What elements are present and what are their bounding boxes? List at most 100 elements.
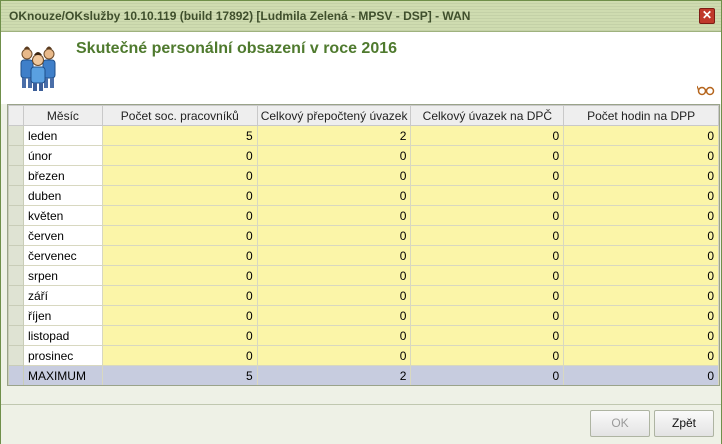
social-workers-cell[interactable]: 0 <box>101 265 258 286</box>
row-selector[interactable] <box>8 205 24 226</box>
title-bar[interactable]: OKnouze/OKslužby 10.10.119 (build 17892)… <box>1 1 721 32</box>
month-cell: srpen <box>22 265 103 286</box>
total-fte-cell[interactable]: 0 <box>256 205 412 226</box>
dpc-fte-cell[interactable]: 0 <box>410 165 565 186</box>
button-bar: OK Zpět <box>1 404 721 444</box>
total-fte-cell[interactable]: 0 <box>256 225 412 246</box>
month-cell: únor <box>22 145 103 166</box>
column-header-dpc-fte[interactable]: Celkový úvazek na DPČ <box>410 105 565 126</box>
table-row: září 0 0 0 0 <box>8 285 719 306</box>
close-icon[interactable]: ✕ <box>699 8 715 24</box>
total-fte-cell[interactable]: 0 <box>256 285 412 306</box>
window-title: OKnouze/OKslužby 10.10.119 (build 17892)… <box>9 9 471 23</box>
social-workers-cell[interactable]: 0 <box>101 345 258 366</box>
month-cell: březen <box>22 165 103 186</box>
total-fte-cell[interactable]: 0 <box>256 305 412 326</box>
people-group-icon <box>20 46 56 91</box>
dpp-hours-cell[interactable]: 0 <box>563 325 719 346</box>
social-workers-cell[interactable]: 0 <box>101 165 258 186</box>
dpc-fte-cell[interactable]: 0 <box>410 245 565 266</box>
row-selector[interactable] <box>8 145 24 166</box>
total-fte-cell[interactable]: 2 <box>256 125 412 146</box>
row-selector[interactable] <box>8 325 24 346</box>
social-workers-cell[interactable]: 0 <box>101 245 258 266</box>
summary-dpp-hours: 0 <box>563 365 719 385</box>
dpp-hours-cell[interactable]: 0 <box>563 245 719 266</box>
month-cell: leden <box>22 125 103 146</box>
table-row: srpen 0 0 0 0 <box>8 265 719 286</box>
row-selector[interactable] <box>8 245 24 266</box>
social-workers-cell[interactable]: 5 <box>101 125 258 146</box>
dpp-hours-cell[interactable]: 0 <box>563 125 719 146</box>
dpc-fte-cell[interactable]: 0 <box>410 305 565 326</box>
row-selector[interactable] <box>8 265 24 286</box>
row-selector[interactable] <box>8 305 24 326</box>
table-row: prosinec 0 0 0 0 <box>8 345 719 366</box>
social-workers-cell[interactable]: 0 <box>101 285 258 306</box>
back-button[interactable]: Zpět <box>654 410 714 437</box>
dpc-fte-cell[interactable]: 0 <box>410 285 565 306</box>
dialog-window: OKnouze/OKslužby 10.10.119 (build 17892)… <box>0 0 722 444</box>
table-row: březen 0 0 0 0 <box>8 165 719 186</box>
social-workers-cell[interactable]: 0 <box>101 325 258 346</box>
ok-button[interactable]: OK <box>590 410 650 437</box>
total-fte-cell[interactable]: 0 <box>256 245 412 266</box>
month-cell: květen <box>22 205 103 226</box>
table-row: leden 5 2 0 0 <box>8 125 719 146</box>
dpp-hours-cell[interactable]: 0 <box>563 145 719 166</box>
personnel-grid: Měsíc Počet soc. pracovníků Celkový přep… <box>7 104 720 386</box>
dpp-hours-cell[interactable]: 0 <box>563 305 719 326</box>
glasses-icon[interactable] <box>697 84 715 96</box>
month-cell: červen <box>22 225 103 246</box>
dpc-fte-cell[interactable]: 0 <box>410 325 565 346</box>
row-selector[interactable] <box>8 345 24 366</box>
dpp-hours-cell[interactable]: 0 <box>563 205 719 226</box>
row-selector[interactable] <box>8 365 24 385</box>
dpc-fte-cell[interactable]: 0 <box>410 185 565 206</box>
row-selector-header <box>8 105 24 126</box>
dpc-fte-cell[interactable]: 0 <box>410 205 565 226</box>
social-workers-cell[interactable]: 0 <box>101 185 258 206</box>
dpp-hours-cell[interactable]: 0 <box>563 185 719 206</box>
dpc-fte-cell[interactable]: 0 <box>410 125 565 146</box>
dpc-fte-cell[interactable]: 0 <box>410 225 565 246</box>
dpc-fte-cell[interactable]: 0 <box>410 145 565 166</box>
row-selector[interactable] <box>8 185 24 206</box>
table-row: říjen 0 0 0 0 <box>8 305 719 326</box>
total-fte-cell[interactable]: 0 <box>256 165 412 186</box>
month-cell: prosinec <box>22 345 103 366</box>
dpp-hours-cell[interactable]: 0 <box>563 285 719 306</box>
social-workers-cell[interactable]: 0 <box>101 225 258 246</box>
column-header-social-workers[interactable]: Počet soc. pracovníků <box>101 105 258 126</box>
dpc-fte-cell[interactable]: 0 <box>410 345 565 366</box>
social-workers-cell[interactable]: 0 <box>101 205 258 226</box>
dpp-hours-cell[interactable]: 0 <box>563 225 719 246</box>
summary-label: MAXIMUM <box>22 365 103 385</box>
social-workers-cell[interactable]: 0 <box>101 145 258 166</box>
row-selector[interactable] <box>8 225 24 246</box>
table-row: červen 0 0 0 0 <box>8 225 719 246</box>
total-fte-cell[interactable]: 0 <box>256 265 412 286</box>
dpc-fte-cell[interactable]: 0 <box>410 265 565 286</box>
dpp-hours-cell[interactable]: 0 <box>563 345 719 366</box>
table-row: duben 0 0 0 0 <box>8 185 719 206</box>
total-fte-cell[interactable]: 0 <box>256 325 412 346</box>
total-fte-cell[interactable]: 0 <box>256 185 412 206</box>
column-header-total-fte[interactable]: Celkový přepočtený úvazek <box>256 105 412 126</box>
total-fte-cell[interactable]: 0 <box>256 345 412 366</box>
total-fte-cell[interactable]: 0 <box>256 145 412 166</box>
table-row: květen 0 0 0 0 <box>8 205 719 226</box>
summary-dpc-fte: 0 <box>410 365 565 385</box>
month-cell: červenec <box>22 245 103 266</box>
column-header-dpp-hours[interactable]: Počet hodin na DPP <box>563 105 719 126</box>
row-selector[interactable] <box>8 165 24 186</box>
dpp-hours-cell[interactable]: 0 <box>563 265 719 286</box>
social-workers-cell[interactable]: 0 <box>101 305 258 326</box>
row-selector[interactable] <box>8 125 24 146</box>
row-selector[interactable] <box>8 285 24 306</box>
dpp-hours-cell[interactable]: 0 <box>563 165 719 186</box>
month-cell: září <box>22 285 103 306</box>
page-title: Skutečné personální obsazení v roce 2016 <box>76 40 398 57</box>
column-header-month[interactable]: Měsíc <box>22 105 103 126</box>
summary-total-fte: 2 <box>256 365 412 385</box>
